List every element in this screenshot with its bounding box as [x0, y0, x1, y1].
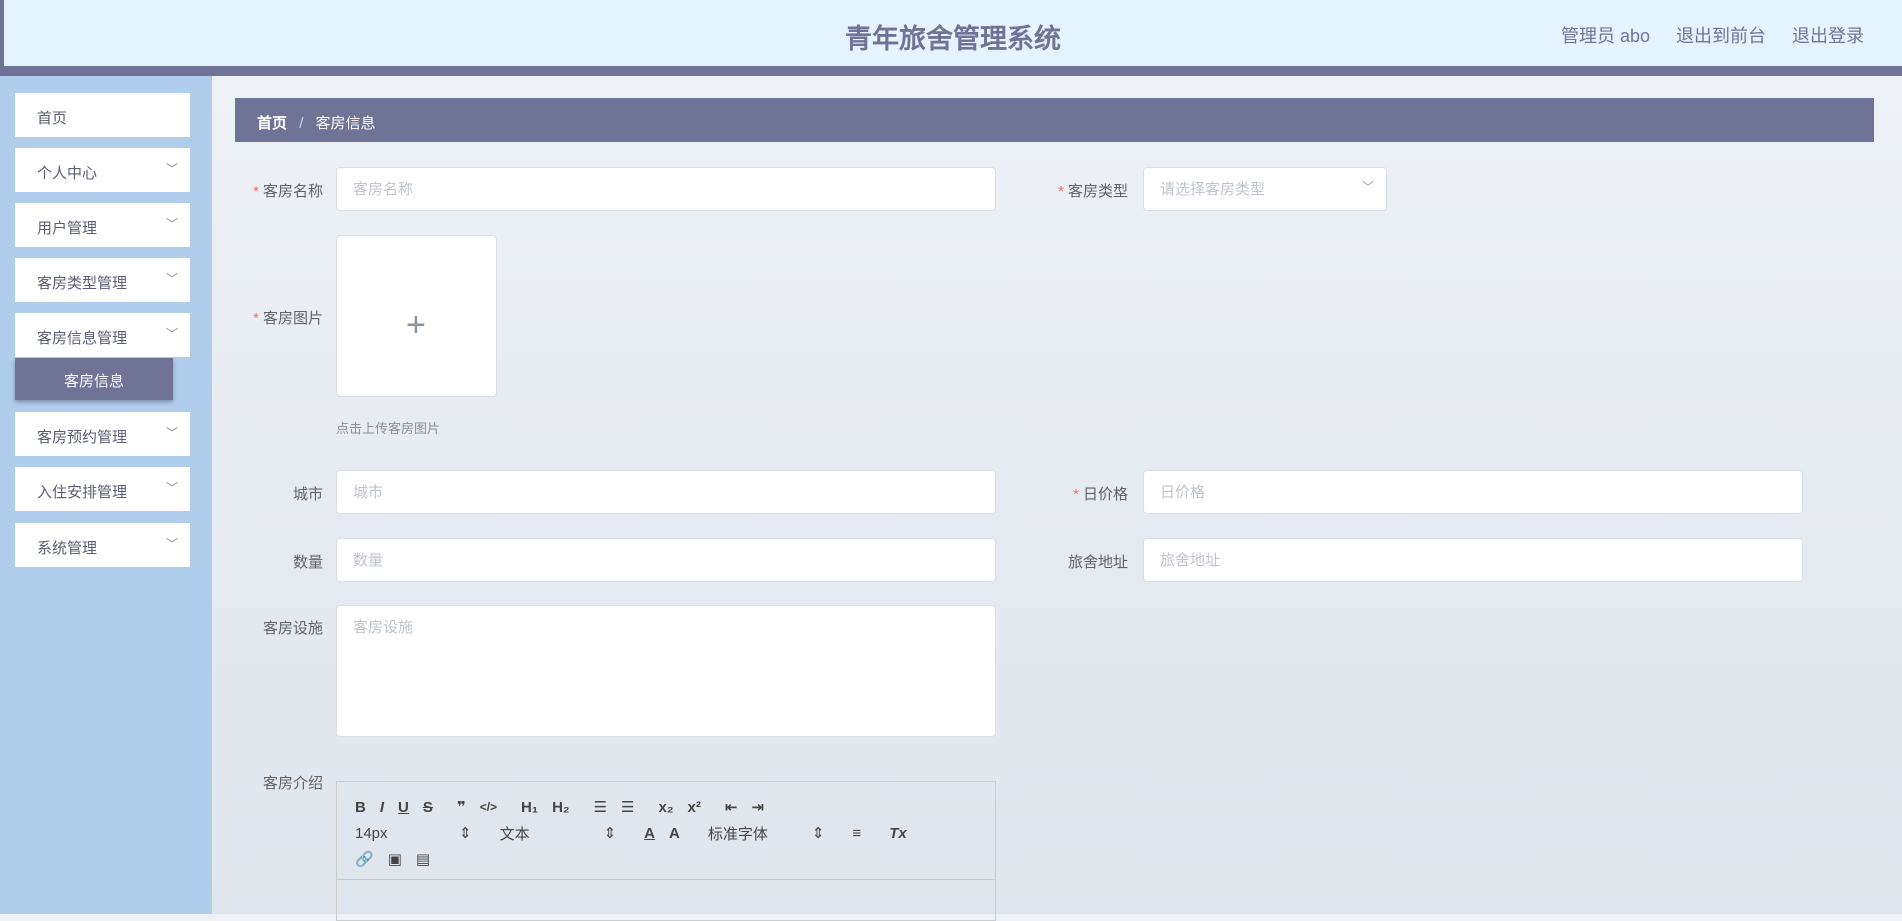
label: 个人中心 — [37, 165, 98, 182]
image-icon[interactable]: ▣ — [388, 850, 402, 868]
h1-icon[interactable]: H₁ — [521, 799, 538, 816]
label: 首页 — [37, 110, 68, 127]
facilities-label: 客房设施 — [262, 620, 323, 637]
sidebar-item-system[interactable]: 系统管理 ﹀ — [15, 523, 190, 567]
sidebar-item-checkin[interactable]: 入住安排管理 ﹀ — [15, 467, 190, 511]
sidebar-item-room-info[interactable]: 客房信息管理 ﹀ — [15, 313, 190, 357]
font-size-select[interactable]: 14px — [355, 825, 445, 842]
image-upload[interactable]: + — [336, 235, 497, 397]
label: 客房信息管理 — [37, 330, 128, 347]
user-label: 管理员 abo — [1560, 26, 1650, 46]
breadcrumb-current: 客房信息 — [315, 115, 376, 132]
sidebar-item-personal[interactable]: 个人中心 ﹀ — [15, 148, 190, 192]
code-icon[interactable]: </> — [480, 800, 497, 814]
room-name-input[interactable]: 客房名称 — [336, 167, 996, 211]
address-label: 旅舍地址 — [1067, 554, 1128, 571]
sidebar-subitem-room-info[interactable]: 客房信息 — [15, 358, 173, 400]
room-name-label: * 客房名称 — [253, 183, 323, 200]
label: 系统管理 — [37, 540, 98, 557]
indent-icon[interactable]: ⇥ — [751, 798, 764, 816]
italic-icon[interactable]: I — [380, 799, 384, 816]
background-color-icon[interactable]: A — [669, 825, 680, 842]
header-select[interactable]: 文本 — [500, 823, 590, 844]
chevron-down-icon: ﹀ — [165, 481, 178, 495]
sidebar-item-room-types[interactable]: 客房类型管理 ﹀ — [15, 258, 190, 302]
bold-icon[interactable]: B — [355, 799, 366, 816]
strike-icon[interactable]: S — [423, 799, 433, 816]
bullet-list-icon[interactable]: ☰ — [621, 798, 634, 816]
chevron-down-icon: ﹀ — [165, 537, 178, 551]
quantity-label: 数量 — [292, 554, 323, 571]
chevron-down-icon: ﹀ — [1361, 180, 1374, 194]
label: 客房类型管理 — [37, 275, 128, 292]
sidebar-item-users[interactable]: 用户管理 ﹀ — [15, 203, 190, 247]
room-type-select[interactable]: 请选择客房类型 ﹀ — [1143, 167, 1387, 211]
top-header: 青年旅舍管理系统 管理员 abo 退出到前台 退出登录 — [0, 0, 1902, 66]
chevron-down-icon: ﹀ — [165, 426, 178, 440]
rich-text-editor: B I U S ❞ </> H₁ H₂ ☰ ☰ x₂ x² ⇤ ⇥ 14px ⇕ … — [336, 781, 996, 921]
city-input[interactable]: 城市 — [336, 470, 996, 514]
quote-icon[interactable]: ❞ — [457, 798, 466, 816]
header-bar — [0, 66, 1902, 76]
outdent-icon[interactable]: ⇤ — [725, 798, 738, 816]
align-icon[interactable]: ≡ — [852, 825, 861, 842]
breadcrumb-home[interactable]: 首页 — [257, 115, 287, 132]
editor-toolbar: B I U S ❞ </> H₁ H₂ ☰ ☰ x₂ x² ⇤ ⇥ 14px ⇕ … — [337, 782, 995, 880]
font-color-icon[interactable]: A — [644, 825, 655, 842]
intro-label: 客房介绍 — [262, 775, 323, 792]
clear-format-icon[interactable]: Tx — [889, 825, 907, 842]
select-arrows-icon: ⇕ — [459, 825, 472, 842]
facilities-textarea[interactable]: 客房设施 — [336, 605, 996, 737]
chevron-down-icon: ﹀ — [165, 217, 178, 231]
select-arrows-icon: ⇕ — [603, 825, 617, 842]
font-family-select[interactable]: 标准字体 — [708, 823, 798, 844]
address-input[interactable]: 旅舍地址 — [1143, 538, 1803, 582]
link-icon[interactable]: 🔗 — [355, 850, 374, 868]
subscript-icon[interactable]: x₂ — [659, 799, 674, 816]
chevron-up-icon: ﹀ — [165, 327, 178, 341]
chevron-down-icon: ﹀ — [165, 272, 178, 286]
label: 客房预约管理 — [37, 429, 128, 446]
logout-link[interactable]: 退出登录 — [1792, 22, 1864, 48]
sidebar-item-booking[interactable]: 客房预约管理 ﹀ — [15, 412, 190, 456]
h2-icon[interactable]: H₂ — [552, 799, 570, 816]
upload-hint: 点击上传客房图片 — [336, 421, 441, 436]
room-image-label: * 客房图片 — [253, 310, 323, 327]
price-label: * 日价格 — [1073, 486, 1128, 503]
breadcrumb: 首页 / 客房信息 — [235, 98, 1874, 142]
exit-to-front-link[interactable]: 退出到前台 — [1676, 22, 1766, 48]
breadcrumb-separator: / — [299, 115, 304, 132]
city-label: 城市 — [292, 486, 323, 503]
label: 入住安排管理 — [37, 484, 128, 501]
sidebar-item-home[interactable]: 首页 — [15, 93, 190, 137]
room-type-label: * 客房类型 — [1058, 183, 1128, 200]
label: 用户管理 — [37, 220, 98, 237]
sidebar: 首页 个人中心 ﹀ 用户管理 ﹀ 客房类型管理 ﹀ 客房信息管理 ﹀ 客房信息 客房预约… — [0, 76, 212, 914]
underline-icon[interactable]: U — [398, 799, 409, 816]
chevron-down-icon: ﹀ — [165, 162, 178, 176]
ordered-list-icon[interactable]: ☰ — [594, 798, 607, 816]
video-icon[interactable]: ▤ — [416, 850, 430, 868]
price-input[interactable]: 日价格 — [1143, 470, 1803, 514]
select-arrows-icon: ⇕ — [811, 825, 825, 842]
quantity-input[interactable]: 数量 — [336, 538, 996, 582]
plus-icon: + — [406, 306, 426, 344]
superscript-icon[interactable]: x² — [688, 799, 701, 816]
